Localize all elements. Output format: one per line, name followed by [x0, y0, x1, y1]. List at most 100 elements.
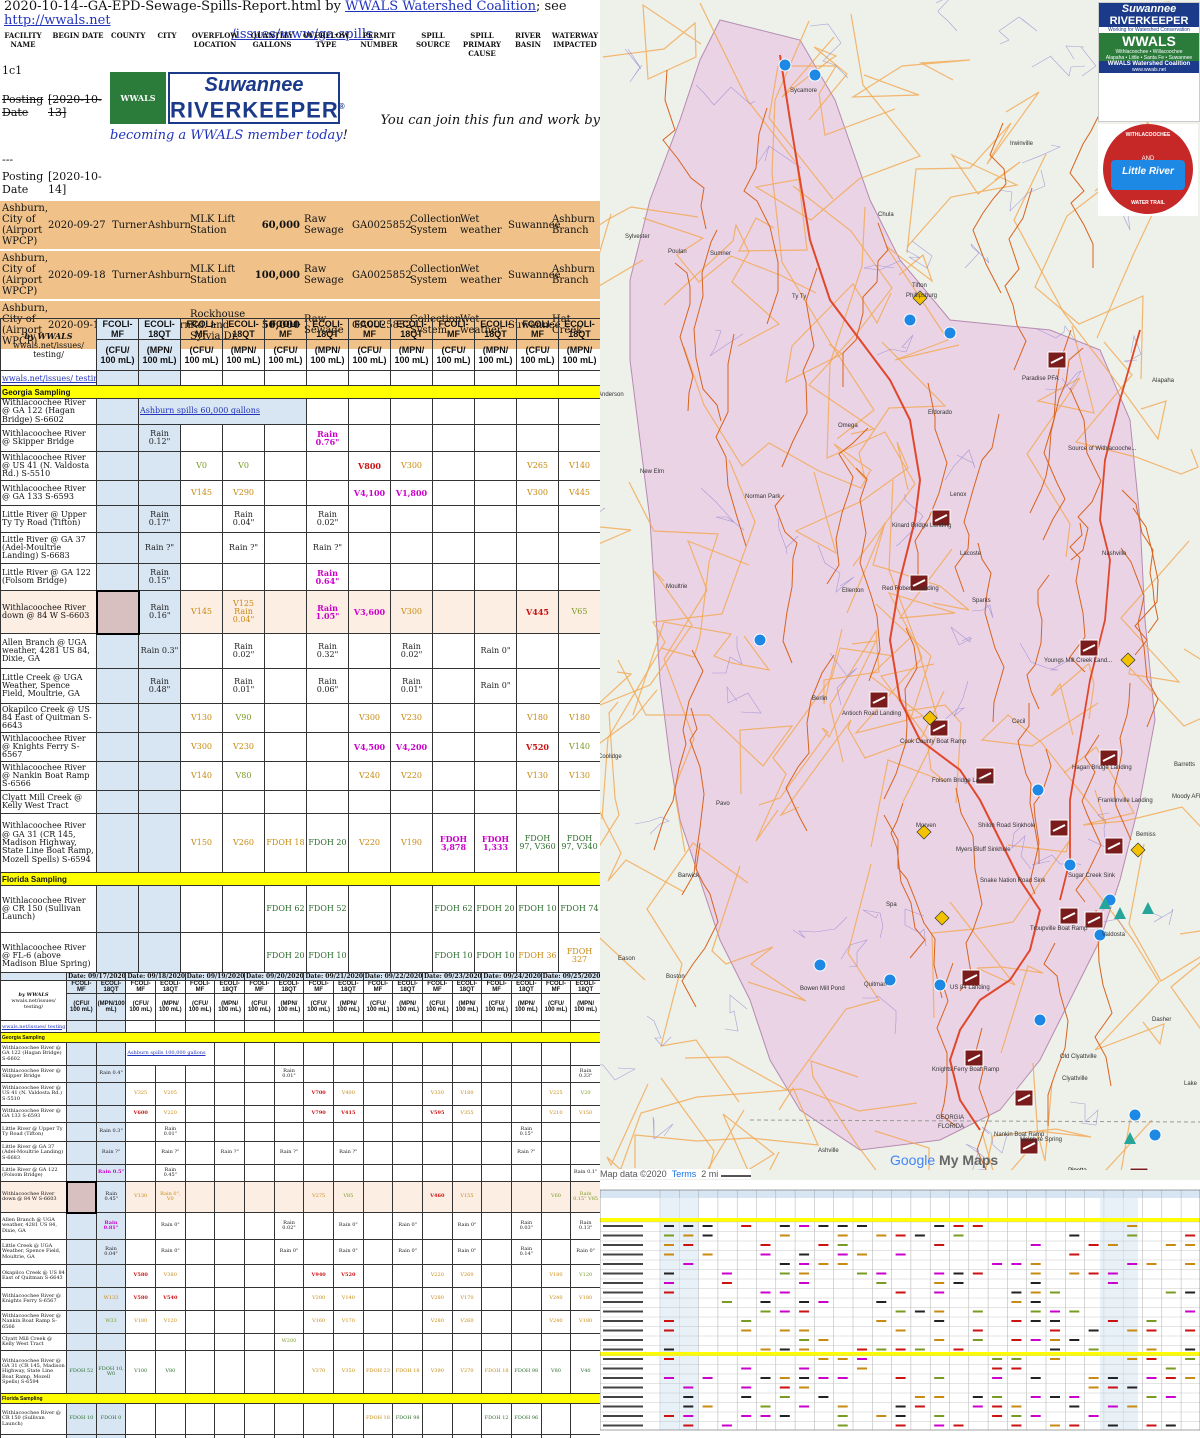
- result-cell: [243, 1122, 275, 1142]
- unit-header: (CFU/ 100 mL): [125, 993, 156, 1021]
- result-cell: [362, 1065, 394, 1083]
- result-cell: Rain 0": [332, 1239, 364, 1265]
- map-place-label: Youngs Mill Creek Land...: [1044, 658, 1112, 664]
- param-header: FCOLI-MF: [184, 980, 216, 994]
- result-cell: [481, 1065, 512, 1083]
- result-cell: [392, 1141, 423, 1165]
- spill-col-header: OVERFLOW LOCATION: [191, 31, 239, 49]
- member-link[interactable]: becoming a WWALS member today: [110, 128, 343, 143]
- result-cell: FDOH 10, W0: [95, 1350, 127, 1394]
- site-name: Withlacoochee River @ CR 150 (Sullivan L…: [0, 885, 97, 934]
- riverkeeper-map-logo[interactable]: Suwannee RIVERKEEPER Working for Watersh…: [1098, 2, 1200, 122]
- result-cell: Rain ?": [138, 532, 181, 565]
- unit-header: (CFU/ 100 mL): [421, 993, 453, 1021]
- map-place-label: Bowen Mill Pond: [800, 986, 845, 992]
- water-quality-table-1: by WWALS wwals.net/issues/ testing/FCOLI-…: [0, 318, 600, 981]
- testing-link[interactable]: wwals.net/issues/ testing: [0, 1020, 67, 1033]
- result-cell: [421, 1122, 453, 1142]
- result-cell: [558, 397, 600, 426]
- map-place-label: Ty Ty: [792, 294, 806, 300]
- result-cell: V40: [570, 1350, 600, 1394]
- result-cell: Rain 0": [392, 1212, 423, 1240]
- result-cell: [66, 1212, 97, 1240]
- site-row: Allen Branch @ UGA weather, 4281 US 84, …: [0, 633, 600, 670]
- result-cell: [214, 1105, 245, 1123]
- site-row: Withlacoochee River @ Knights Ferry S-65…: [0, 1287, 600, 1311]
- map-panel[interactable]: Sycamore Irwinville Chula Ty Ty Tifton Philli…: [600, 0, 1200, 1438]
- result-cell: V330: [421, 1082, 453, 1106]
- result-cell: [125, 1164, 156, 1182]
- site-row: Little River @ GA 37 (Adel-Moultrie Land…: [0, 532, 600, 565]
- result-cell: V1,800: [390, 480, 433, 507]
- result-cell: V120: [570, 1264, 600, 1288]
- site-name: Withlacoochee River @ Skipper Bridge: [0, 1065, 67, 1083]
- date-header: Date: 09/17/2020: [65, 972, 127, 981]
- landing-marker: [1104, 837, 1124, 855]
- spill-header-row: FACILITY NAME BEGIN DATE COUNTY CITY OVERFLO…: [0, 30, 600, 59]
- date-header: Date: 09/19/2020: [184, 972, 245, 981]
- result-cell: [570, 1403, 600, 1435]
- result-cell: [540, 1434, 572, 1438]
- param-header: ECOLI-18QT: [273, 980, 305, 994]
- unit-header: (MPN/ 100 mL): [222, 339, 265, 371]
- water-trail-logo[interactable]: WITHLACOOCHEE AND Little River WATER TRA…: [1098, 124, 1198, 216]
- result-cell: [510, 1264, 542, 1288]
- spill-city: Ashburn: [146, 249, 191, 300]
- site-row: Withlacoochee River @ Skipper Bridge Rain…: [0, 1065, 600, 1083]
- spill-city: Ashburn: [146, 199, 191, 250]
- result-cell: [66, 1239, 97, 1265]
- result-cell: [421, 1403, 453, 1435]
- result-cell: [306, 761, 349, 792]
- result-cell: [362, 1310, 394, 1334]
- result-cell: FDOH 98: [392, 1403, 423, 1435]
- result-cell: [332, 1434, 364, 1438]
- result-cell: Rain 0.03": [510, 1212, 542, 1240]
- result-cell: [348, 668, 391, 705]
- result-cell: [540, 1403, 572, 1435]
- result-cell: [243, 1287, 275, 1311]
- unit-header: (CFU/ 100 mL): [303, 993, 334, 1021]
- terms-link[interactable]: Terms: [672, 1169, 697, 1179]
- param-header: ECOLI-18QT: [474, 318, 517, 340]
- testing-link[interactable]: wwals.net/issues/ testing: [0, 370, 97, 386]
- result-cell: [510, 1164, 542, 1182]
- result-cell: [125, 1333, 156, 1351]
- posting-new-row: Posting Date [2020-10-14]: [2, 170, 102, 196]
- result-cell: V180: [540, 1264, 572, 1288]
- result-cell: [184, 1264, 216, 1288]
- result-cell: Rain 0.14": [510, 1239, 542, 1265]
- result-cell: V270: [451, 1350, 483, 1394]
- spring-marker: [778, 58, 792, 72]
- spill-facility: Ashburn, City of (Airport WPCP): [0, 199, 48, 250]
- spill-row: Ashburn, City of (Airport WPCP) 2020-09-1…: [0, 249, 600, 300]
- result-cell: Rain 0": [332, 1212, 364, 1240]
- map-place-label: Cook County Boat Ramp: [900, 739, 967, 745]
- result-cell: [481, 1212, 512, 1240]
- result-cell: V140: [558, 732, 600, 763]
- site-name: Withlacoochee River @ Knights Ferry S-65…: [0, 732, 97, 763]
- result-cell: V700: [303, 1082, 334, 1106]
- result-cell: [510, 1105, 542, 1123]
- result-cell: V20: [570, 1082, 600, 1106]
- result-cell: [516, 505, 559, 534]
- result-cell: [362, 1212, 394, 1240]
- result-cell: [306, 451, 349, 482]
- wwals-link[interactable]: WWALS Watershed Coalition: [345, 0, 536, 14]
- result-cell: V80: [222, 761, 265, 792]
- result-cell: [66, 1082, 97, 1106]
- spill-col-header: QUANTITY GALLONS: [250, 31, 294, 49]
- result-cell: [432, 732, 475, 763]
- result-cell: Rain 0.02": [306, 505, 349, 534]
- spill-row: Ashburn, City of (Airport WPCP) 2020-09-2…: [0, 199, 600, 250]
- result-cell: Rain ?": [273, 1141, 305, 1165]
- result-cell: V415: [332, 1105, 364, 1123]
- result-cell: [558, 424, 600, 453]
- unit-header: (CFU/ 100 mL): [540, 993, 572, 1021]
- result-cell: [243, 1350, 275, 1394]
- url-link-1[interactable]: http://wwals.net: [4, 13, 111, 28]
- result-cell: [125, 1239, 156, 1265]
- landing-marker: [1049, 819, 1069, 837]
- result-cell: FDOH 52: [306, 885, 349, 934]
- result-cell: Rain 0.32": [306, 633, 349, 670]
- result-cell: [180, 633, 223, 670]
